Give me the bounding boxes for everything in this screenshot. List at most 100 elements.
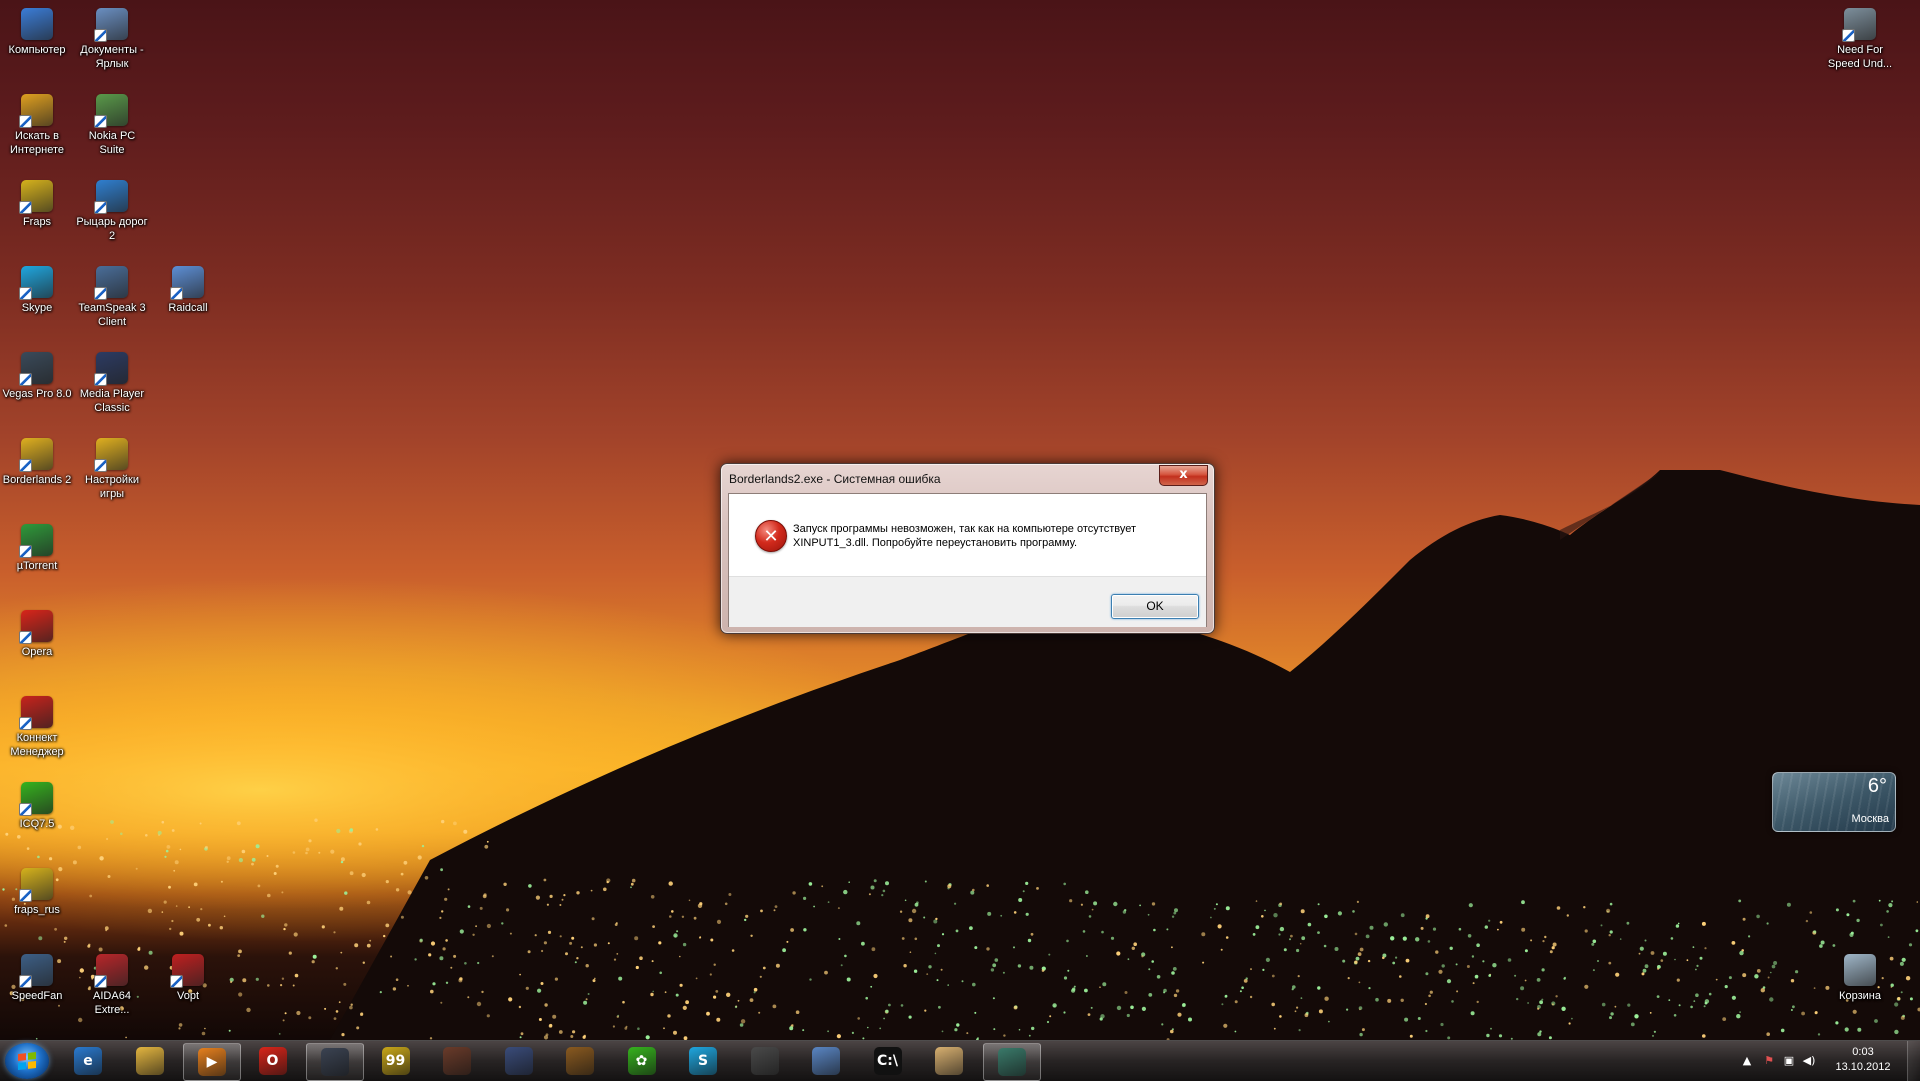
desktop-icon-label: Fraps [22, 216, 52, 228]
desktop-icon-label: Opera [21, 646, 53, 658]
desktop-icon-raidcall[interactable]: Raidcall [151, 262, 225, 315]
desktop-icon-knight-of-roads[interactable]: Рыцарь дорог 2 [75, 176, 149, 243]
clock[interactable]: 0:03 13.10.2012 [1833, 1045, 1893, 1075]
desktop-icon-media-player-classic[interactable]: Media Player Classic [75, 348, 149, 415]
unreal-icon [504, 1047, 533, 1075]
desktop-icon-opera[interactable]: Opera [0, 606, 74, 659]
dialog-message: Запуск программы невозможен, так как на … [793, 523, 1136, 549]
show-hidden-icons-icon[interactable]: ▲ [1740, 1054, 1754, 1068]
desktop-icon-documents[interactable]: Документы - Ярлык [75, 4, 149, 71]
taskbar-item-unreal[interactable] [491, 1043, 547, 1079]
desktop-icon-label: Nokia PC Suite [88, 130, 136, 156]
teamspeak-icon [812, 1047, 840, 1075]
taskbar-item-internet-explorer[interactable]: e [60, 1043, 116, 1079]
dialog-body: ✕ Запуск программы невозможен, так как н… [729, 494, 1206, 576]
desktop-icon-label: Vopt [176, 990, 200, 1002]
recycle-bin-icon [1844, 954, 1876, 986]
skype-icon: S [689, 1047, 717, 1075]
desktop-icon-icq[interactable]: ICQ7.5 [0, 778, 74, 831]
desktop-icon-speedfan[interactable]: SpeedFan [0, 950, 74, 1003]
desktop-icon-label: SpeedFan [11, 990, 63, 1002]
weather-gadget[interactable]: 6° Москва [1772, 772, 1896, 832]
computer-icon [21, 8, 53, 40]
start-button[interactable] [5, 1043, 49, 1079]
dialog-footer: OK [729, 576, 1206, 627]
show-desktop-button[interactable] [1907, 1041, 1920, 1081]
desktop-icon-label: Media Player Classic [79, 388, 145, 414]
desktop-icon-computer[interactable]: Компьютер [0, 4, 74, 57]
desktop-icon-label: Need For Speed Und... [1827, 44, 1893, 70]
vegas-pro-icon [19, 352, 53, 386]
taskbar-item-command-prompt[interactable]: C:\ [860, 1043, 916, 1079]
vopt-icon [170, 954, 204, 988]
volume-icon[interactable]: ◀) [1802, 1054, 1816, 1068]
taskbar-item-icq[interactable]: ✿ [614, 1043, 670, 1079]
icq-icon [19, 782, 53, 816]
taskbar-item-media-player[interactable]: ▶ [183, 1043, 241, 1081]
internet-search-icon [19, 94, 53, 128]
taskbar-item-fraps[interactable]: 99 [368, 1043, 424, 1079]
desktop-icon-vopt[interactable]: Vopt [151, 950, 225, 1003]
media-player-classic-icon [94, 352, 128, 386]
clock-date: 13.10.2012 [1835, 1061, 1891, 1073]
taskbar-item-game[interactable] [429, 1043, 485, 1079]
media-player-icon: ▶ [198, 1048, 226, 1076]
desktop-icon-label: Vegas Pro 8.0 [2, 388, 72, 400]
connect-manager-icon [19, 696, 53, 730]
winged-emblem-icon [566, 1047, 594, 1075]
internet-explorer-icon: e [74, 1047, 102, 1075]
desktop-icon-label: µTorrent [16, 560, 58, 572]
desktop-icon-borderlands[interactable]: Borderlands 2 [0, 434, 74, 487]
close-button[interactable]: x [1159, 465, 1208, 486]
network-icon[interactable]: ▣ [1782, 1054, 1796, 1068]
desktop-icon-skype[interactable]: Skype [0, 262, 74, 315]
desktop-icon-fraps-rus[interactable]: fraps_rus [0, 864, 74, 917]
desktop-icon-label: Borderlands 2 [2, 474, 72, 486]
taskbar-item-skype[interactable]: S [675, 1043, 731, 1079]
speedfan-icon [19, 954, 53, 988]
opera-icon: O [258, 1047, 287, 1075]
desktop-icon-game-settings[interactable]: Настройки игры [75, 434, 149, 501]
desktop-icon-recycle-bin[interactable]: Корзина [1823, 950, 1897, 1003]
desktop-icon-vegas-pro[interactable]: Vegas Pro 8.0 [0, 348, 74, 401]
opera-icon [19, 610, 53, 644]
desktop-icon-label: fraps_rus [14, 904, 60, 916]
taskbar-item-settings[interactable] [737, 1043, 793, 1079]
desktop: Компьютер Документы - Ярлык Искать в Интер… [0, 0, 1920, 1040]
system-error-dialog[interactable]: Borderlands2.exe - Системная ошибка x ✕ … [720, 463, 1215, 634]
desktop-icon-label: TeamSpeak 3 Client [78, 302, 146, 328]
character-portrait-icon [935, 1047, 963, 1075]
desktop-icon-internet-search[interactable]: Искать в Интернете [0, 90, 74, 157]
taskbar-item-character-portrait[interactable] [921, 1043, 977, 1079]
action-center-flag-icon[interactable]: ⚑ [1762, 1054, 1776, 1068]
error-icon: ✕ [755, 520, 787, 552]
desktop-icon-connect-manager[interactable]: Коннект Менеджер [0, 692, 74, 759]
settings-icon [750, 1047, 779, 1075]
desktop-icon-label: Компьютер [8, 44, 66, 56]
fraps-icon: 99 [381, 1047, 410, 1075]
desktop-icon-need-for-speed[interactable]: Need For Speed Und... [1823, 4, 1897, 71]
desktop-icon-label: AIDA64 Extre... [93, 990, 131, 1016]
taskbar-item-teamspeak[interactable] [798, 1043, 854, 1079]
desktop-icon-nokia-pc-suite[interactable]: Nokia PC Suite [75, 90, 149, 157]
desktop-icon-aida64[interactable]: AIDA64 Extre... [75, 950, 149, 1017]
windows-logo-icon [18, 1052, 36, 1070]
desktop-icon-label: Документы - Ярлык [80, 44, 144, 70]
taskbar-item-winged-emblem[interactable] [552, 1043, 608, 1079]
taskbar-item-opera[interactable]: O [245, 1043, 301, 1079]
game-icon [443, 1047, 471, 1075]
taskbar: e ▶ O 99 ✿ S C:\ ▲ ⚑ ▣ ◀) 0:03 13.10.2012 [0, 1040, 1920, 1081]
desktop-icon-label: Рыцарь дорог 2 [76, 216, 148, 242]
explorer-folder-icon [135, 1047, 164, 1075]
desktop-icon-fraps[interactable]: Fraps [0, 176, 74, 229]
taskbar-item-steam[interactable] [306, 1043, 364, 1081]
desktop-icon-label: Настройки игры [85, 474, 139, 500]
taskbar-item-explorer-folder[interactable] [122, 1043, 178, 1079]
taskbar-item-window[interactable] [982, 1043, 1041, 1081]
desktop-icon-teamspeak[interactable]: TeamSpeak 3 Client [75, 262, 149, 329]
ok-button[interactable]: OK [1111, 594, 1199, 619]
desktop-icon-label: Raidcall [168, 302, 208, 314]
fraps-icon [19, 180, 53, 214]
desktop-icon-utorrent[interactable]: µTorrent [0, 520, 74, 573]
icq-icon: ✿ [627, 1047, 656, 1075]
